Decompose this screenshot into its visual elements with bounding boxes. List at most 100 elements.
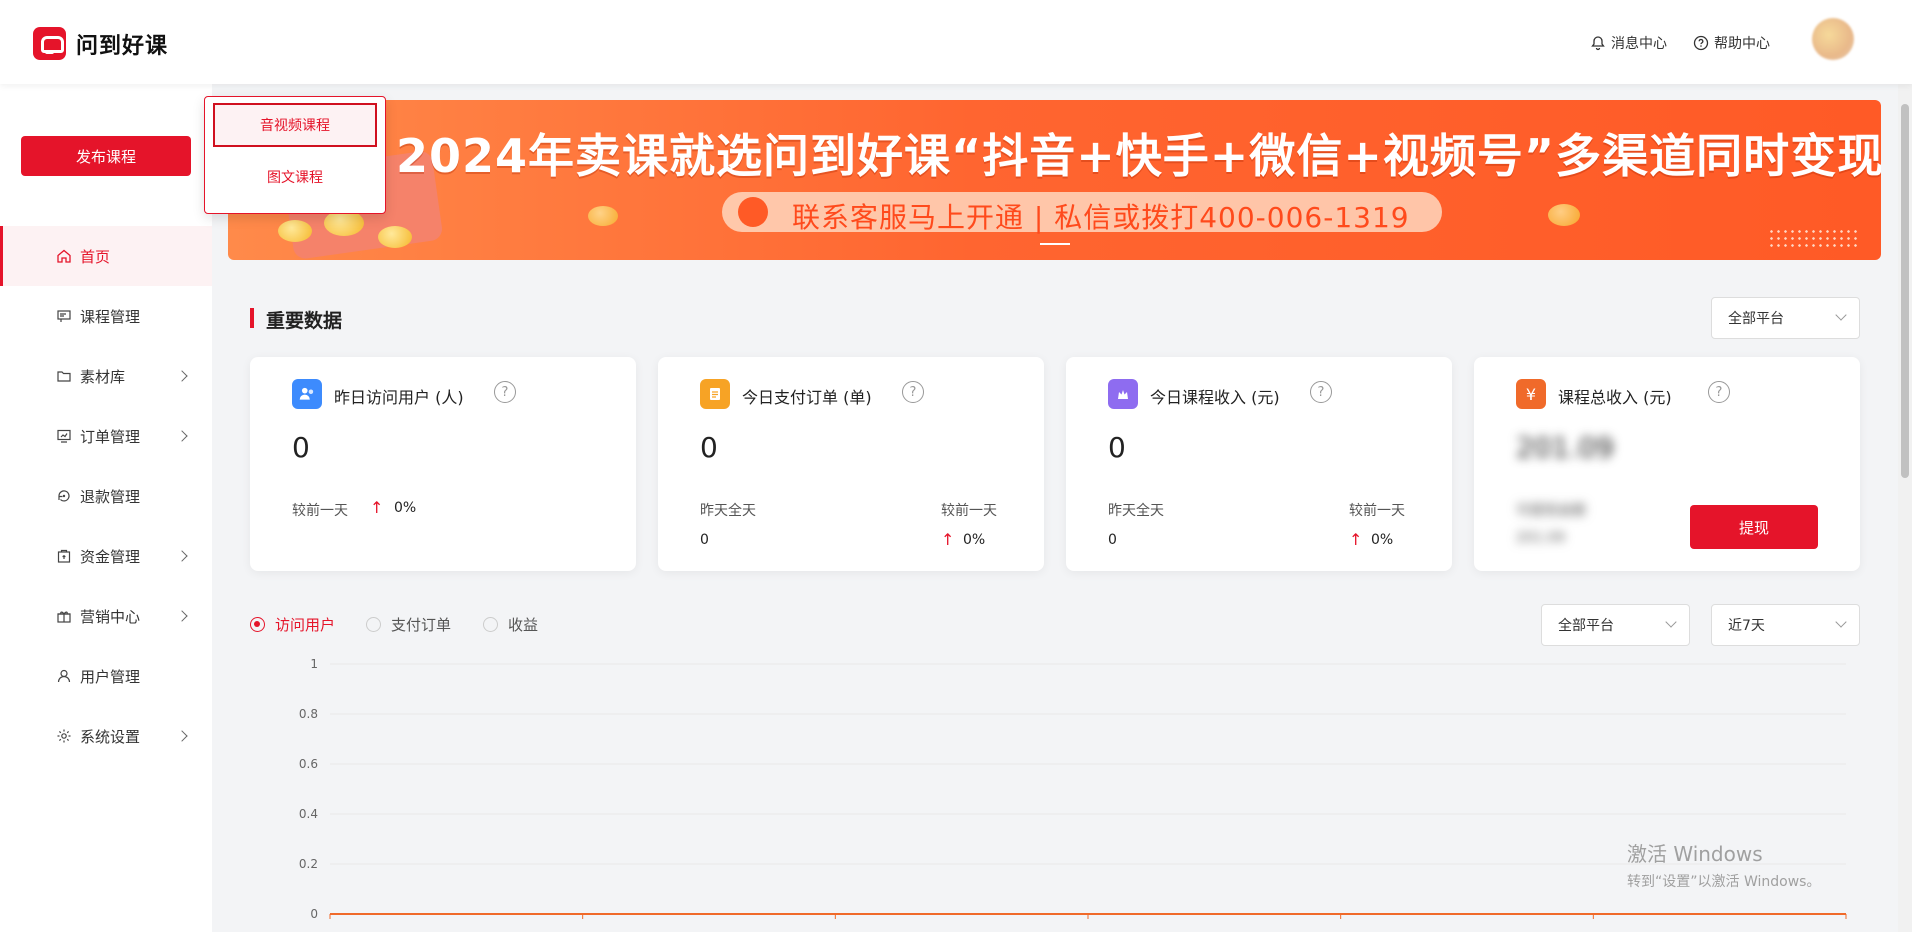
compare-label: 较前一天 bbox=[1349, 503, 1405, 519]
platform-select[interactable]: 全部平台 bbox=[1711, 297, 1860, 339]
scrollbar-thumb[interactable] bbox=[1901, 104, 1909, 478]
sidebar-item-refunds[interactable]: 退款管理 bbox=[0, 466, 212, 526]
withdraw-button[interactable]: 提现 bbox=[1690, 505, 1818, 549]
sidebar-item-label: 退款管理 bbox=[80, 487, 141, 506]
wallet-icon bbox=[57, 549, 71, 563]
blurred-value: 201.09 bbox=[1516, 530, 1565, 546]
sidebar-item-home[interactable]: 首页 bbox=[0, 226, 212, 286]
sidebar-item-settings[interactable]: 系统设置 bbox=[0, 706, 212, 766]
y-tick-label: 0.2 bbox=[299, 857, 318, 871]
menu-item-article-course[interactable]: 图文课程 bbox=[213, 155, 377, 199]
help-icon[interactable]: ? bbox=[1708, 381, 1730, 403]
section-title: 重要数据 bbox=[250, 306, 342, 333]
user-icon bbox=[57, 669, 71, 683]
platform-select-value: 全部平台 bbox=[1728, 311, 1784, 327]
sidebar-item-label: 首页 bbox=[80, 247, 111, 266]
coin-illustration bbox=[1548, 204, 1580, 226]
publish-dropdown-menu: 音视频课程 图文课程 bbox=[204, 96, 386, 214]
compare-label: 较前一天 bbox=[941, 503, 997, 519]
sidebar: 发布课程 首页 课程管理 素材库 订单管理 退款管理 资金管理 营销中心 用户管… bbox=[0, 84, 212, 932]
stat-card-income: 今日课程收入 (元) ? 0 昨天全天 0 较前一天 ↑ 0% bbox=[1066, 357, 1452, 571]
blurred-label: 可提现金额 bbox=[1516, 503, 1586, 519]
stat-card-total-income: ¥ 课程总收入 (元) ? 201.09 可提现金额 201.09 提现 bbox=[1474, 357, 1860, 571]
help-icon[interactable]: ? bbox=[1310, 381, 1332, 403]
messages-link[interactable]: 消息中心 bbox=[1590, 33, 1667, 53]
help-icon[interactable]: ? bbox=[902, 381, 924, 403]
y-tick-label: 0 bbox=[310, 907, 318, 921]
chevron-right-icon bbox=[176, 610, 188, 622]
tab-orders[interactable]: 支付订单 bbox=[366, 614, 451, 635]
publish-course-button[interactable]: 发布课程 bbox=[21, 136, 191, 176]
refund-icon bbox=[58, 490, 70, 502]
sidebar-item-label: 订单管理 bbox=[80, 427, 141, 446]
compare-label: 较前一天 bbox=[292, 503, 348, 519]
course-icon bbox=[57, 310, 71, 322]
chevron-down-icon bbox=[1835, 616, 1847, 628]
sidebar-item-marketing[interactable]: 营销中心 bbox=[0, 586, 212, 646]
promo-banner[interactable]: 2024年卖课就选问到好课“抖音+快手+微信+视频号”多渠道同时变现! 联系客服… bbox=[228, 100, 1881, 260]
yuan-icon: ¥ bbox=[1516, 379, 1546, 409]
coin-illustration bbox=[278, 220, 312, 242]
gear-icon bbox=[57, 729, 71, 743]
logo-text: 问到好课 bbox=[76, 33, 169, 59]
radio-icon bbox=[483, 617, 498, 632]
logo[interactable]: 问到好课 bbox=[33, 27, 168, 60]
coin-illustration bbox=[588, 206, 618, 226]
card-title: 今日课程收入 (元) bbox=[1150, 388, 1280, 407]
sidebar-item-orders[interactable]: 订单管理 bbox=[0, 406, 212, 466]
compare-value: 0% bbox=[963, 532, 986, 548]
logo-icon bbox=[33, 27, 66, 60]
card-title: 昨日访问用户 (人) bbox=[334, 388, 464, 407]
folder-icon bbox=[57, 371, 71, 382]
card-value: 0 bbox=[700, 431, 718, 464]
banner-subtitle: 联系客服马上开通 | 私信或拨打400-006-1319 bbox=[792, 201, 1410, 234]
card-title: 今日支付订单 (单) bbox=[742, 388, 872, 407]
y-tick-label: 0.4 bbox=[299, 807, 318, 821]
card-value: 0 bbox=[292, 431, 310, 464]
compare-value: 0% bbox=[1371, 532, 1394, 548]
help-label: 帮助中心 bbox=[1714, 36, 1770, 52]
avatar[interactable] bbox=[1812, 18, 1854, 60]
sidebar-item-course[interactable]: 课程管理 bbox=[0, 286, 212, 346]
income-icon bbox=[1108, 379, 1138, 409]
messages-label: 消息中心 bbox=[1611, 36, 1667, 52]
help-icon bbox=[1693, 35, 1709, 51]
help-icon[interactable]: ? bbox=[494, 381, 516, 403]
carousel-indicator[interactable] bbox=[1040, 243, 1070, 245]
card-value: 0 bbox=[1108, 431, 1126, 464]
help-link[interactable]: 帮助中心 bbox=[1693, 33, 1770, 53]
yesterday-label: 昨天全天 bbox=[700, 503, 756, 519]
sidebar-item-label: 营销中心 bbox=[80, 607, 141, 626]
sidebar-item-users[interactable]: 用户管理 bbox=[0, 646, 212, 706]
banner-title: 2024年卖课就选问到好课“抖音+快手+微信+视频号”多渠道同时变现! bbox=[396, 129, 1881, 183]
chevron-right-icon bbox=[176, 370, 188, 382]
tab-visitors[interactable]: 访问用户 bbox=[250, 614, 335, 635]
tab-label: 访问用户 bbox=[275, 616, 336, 634]
coin-illustration bbox=[378, 226, 412, 248]
watermark-line1: 激活 Windows bbox=[1627, 842, 1763, 866]
sidebar-item-materials[interactable]: 素材库 bbox=[0, 346, 212, 406]
bell-icon bbox=[1591, 36, 1605, 51]
sidebar-item-label: 素材库 bbox=[80, 367, 126, 386]
tab-label: 收益 bbox=[508, 616, 539, 634]
date-range-value: 近7天 bbox=[1728, 618, 1765, 634]
decor-dots bbox=[1768, 228, 1858, 250]
yesterday-label: 昨天全天 bbox=[1108, 503, 1164, 519]
sidebar-item-label: 资金管理 bbox=[80, 547, 141, 566]
tab-revenue[interactable]: 收益 bbox=[483, 614, 538, 635]
stat-card-visitors: 昨日访问用户 (人) ? 0 较前一天 ↑ 0% bbox=[250, 357, 636, 571]
arrow-up-icon: ↑ bbox=[370, 498, 384, 517]
y-tick-label: 0.6 bbox=[299, 757, 318, 771]
chevron-down-icon bbox=[1665, 616, 1677, 628]
sidebar-item-label: 系统设置 bbox=[80, 727, 141, 746]
menu-item-video-course[interactable]: 音视频课程 bbox=[213, 103, 377, 147]
sidebar-item-funds[interactable]: 资金管理 bbox=[0, 526, 212, 586]
windows-watermark: 激活 Windows 转到“设置”以激活 Windows。 bbox=[1627, 838, 1820, 891]
order-icon bbox=[57, 429, 71, 443]
sidebar-item-label: 课程管理 bbox=[80, 307, 141, 326]
orders-icon bbox=[700, 379, 730, 409]
top-header: 问到好课 消息中心 帮助中心 bbox=[0, 0, 1912, 84]
sidebar-item-label: 用户管理 bbox=[80, 667, 141, 686]
arrow-up-icon: ↑ bbox=[941, 530, 955, 549]
y-tick-label: 0.8 bbox=[299, 707, 318, 721]
